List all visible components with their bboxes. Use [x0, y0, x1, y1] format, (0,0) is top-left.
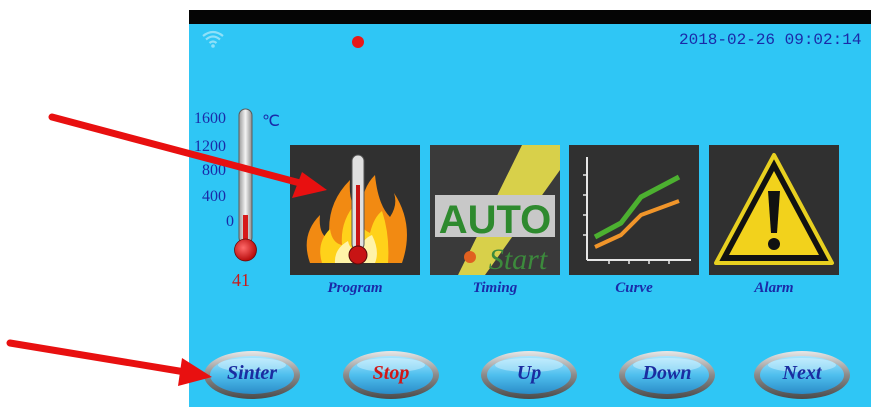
timing-label: Timing	[472, 280, 518, 296]
temperature-unit: ℃	[262, 113, 280, 130]
alarm-tile[interactable]: Alarm	[709, 145, 839, 296]
auto-text: AUTO	[439, 198, 552, 242]
curve-chart-icon	[583, 157, 691, 264]
program-tile[interactable]: Program	[290, 145, 420, 296]
fire-thermometer-icon	[306, 154, 407, 265]
current-temperature: 41	[232, 270, 250, 290]
scale-label-800: 800	[202, 162, 226, 179]
wifi-icon	[202, 30, 224, 53]
curve-tile[interactable]: Curve	[569, 145, 699, 296]
down-button[interactable]: Down	[618, 350, 716, 400]
recording-indicator	[352, 36, 364, 48]
auto-start-icon: AUTO Start	[430, 145, 560, 275]
arrow-to-sinter-icon	[6, 339, 212, 386]
warning-triangle-icon	[714, 153, 834, 265]
thermometer-icon	[234, 108, 257, 262]
function-tiles: Program AUTO Start Timing Curve Alarm	[290, 145, 850, 305]
top-bar	[189, 10, 871, 24]
scale-label-1200: 1200	[194, 138, 226, 155]
sinter-label: Sinter	[226, 362, 278, 384]
alarm-label: Alarm	[754, 280, 794, 296]
datetime-display: 2018-02-26 09:02:14	[679, 31, 862, 49]
program-label: Program	[327, 280, 383, 296]
timing-tile[interactable]: AUTO Start Timing	[430, 145, 560, 296]
curve-label: Curve	[615, 280, 653, 296]
next-button[interactable]: Next	[753, 350, 851, 400]
up-button[interactable]: Up	[480, 350, 578, 400]
up-label: Up	[516, 362, 542, 384]
scale-label-1600: 1600	[194, 110, 226, 127]
stop-label: Stop	[372, 362, 410, 384]
temperature-gauge: 1600 1200 800 400 0 ℃ 41	[189, 105, 299, 295]
start-text: Start	[489, 243, 548, 275]
down-label: Down	[642, 362, 692, 384]
stop-button[interactable]: Stop	[342, 350, 440, 400]
device-screen: 2018-02-26 09:02:14 1600 1200 800 400 0 …	[189, 10, 871, 407]
next-label: Next	[782, 362, 822, 384]
sinter-button[interactable]: Sinter	[203, 350, 301, 400]
scale-label-400: 400	[202, 188, 226, 205]
